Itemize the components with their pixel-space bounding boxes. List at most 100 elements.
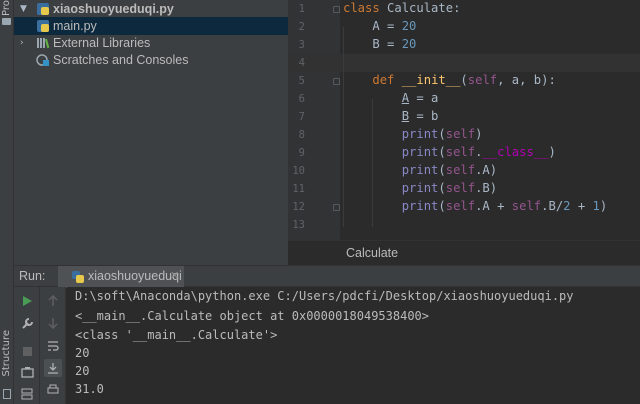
scroll-to-end-button[interactable] — [44, 359, 62, 377]
tree-item-label: xiaoshuoyueduqi.py — [53, 2, 174, 16]
paren-token: ) — [599, 199, 608, 213]
attribute-token: A — [401, 91, 410, 105]
console-line: 20 — [75, 346, 90, 360]
colon-token: : — [453, 1, 461, 15]
settings-button[interactable] — [18, 314, 36, 332]
project-tool-button[interactable]: Pro — [1, 0, 13, 16]
self-token: self — [511, 199, 542, 213]
close-icon[interactable]: ✕ — [170, 269, 179, 282]
breadcrumb-bar: Calculate — [288, 240, 640, 265]
folder-icon[interactable] — [2, 18, 11, 25]
builtin-token: print — [401, 163, 439, 177]
scroll-up-button[interactable] — [44, 292, 62, 310]
line-number: 3 — [298, 39, 305, 51]
number-token: 20 — [401, 37, 417, 51]
builtin-token: print — [401, 145, 439, 159]
operator-token: + — [570, 199, 593, 213]
console-line: <class '__main__.Calculate'> — [75, 328, 278, 342]
tree-item-external-libraries[interactable]: › External Libraries — [14, 34, 288, 52]
line-number: 9 — [298, 147, 305, 159]
expression-token: .B/ — [541, 199, 564, 213]
arrow-up-icon — [48, 295, 58, 306]
paren-token: ( — [460, 73, 468, 87]
structure-tool-button[interactable]: Structure — [1, 330, 13, 377]
paren-token: ( — [438, 181, 446, 195]
code-line: print(self) — [343, 127, 483, 141]
code-line: print(self.A) — [343, 163, 497, 177]
tree-item-scratches[interactable]: Scratches and Consoles — [14, 51, 288, 69]
left-tool-strip: Pro Structure — [0, 0, 14, 404]
class-name-token: Calculate — [387, 1, 454, 15]
number-token: 1 — [592, 199, 600, 213]
run-label: Run: — [19, 269, 46, 283]
number-token: 20 — [401, 19, 417, 33]
arrow-down-icon — [48, 318, 58, 329]
bookmarks-icon[interactable] — [3, 389, 11, 399]
python-file-icon — [37, 3, 49, 15]
print-button[interactable] — [44, 381, 62, 399]
run-toolbar-primary — [14, 287, 40, 404]
code-line: print(self.__class__) — [343, 145, 556, 159]
keyword-token: class — [343, 1, 380, 15]
console-line: 31.0 — [75, 382, 104, 396]
line-number: 10 — [292, 165, 305, 177]
tree-item-label: main.py — [53, 19, 97, 33]
fold-marker-icon[interactable] — [333, 6, 340, 13]
breadcrumb[interactable]: Calculate — [346, 246, 398, 260]
chevron-down-icon[interactable]: ▼ — [20, 4, 28, 14]
tree-item-main-py[interactable]: main.py — [14, 17, 288, 35]
attribute-token: .A — [475, 163, 490, 177]
line-number: 7 — [298, 111, 305, 123]
console-line: D:\soft\Anaconda\python.exe C:/Users/pdc… — [75, 289, 574, 303]
camera-icon — [20, 367, 34, 378]
expression-token: .A + — [475, 199, 512, 213]
paren-token: ( — [438, 145, 446, 159]
builtin-token: print — [401, 181, 439, 195]
fold-marker-icon[interactable] — [333, 78, 340, 85]
console-line: <__main__.Calculate object at 0x00000180… — [75, 309, 430, 323]
fold-marker-icon[interactable] — [333, 204, 340, 211]
python-file-icon — [37, 20, 49, 32]
print-icon — [47, 384, 59, 394]
run-tab-label: xiaoshuoyueduqi — [88, 269, 182, 283]
dunder-token: __class__ — [482, 145, 549, 159]
console-line: 20 — [75, 364, 90, 378]
chevron-right-icon[interactable]: › — [20, 38, 28, 48]
builtin-token: print — [401, 199, 439, 213]
paren-token: ) — [548, 145, 556, 159]
code-line: class Calculate: — [343, 1, 460, 15]
assignment-token: A = — [372, 19, 402, 33]
stop-button[interactable] — [18, 342, 36, 360]
layout-icon — [21, 388, 33, 400]
restore-layout-button[interactable] — [18, 385, 36, 403]
code-line: def __init__(self, a, b): — [343, 73, 555, 87]
line-number: 5 — [298, 75, 305, 87]
assignment-token: = a — [409, 91, 439, 105]
console-output[interactable]: D:\soft\Anaconda\python.exe C:/Users/pdc… — [67, 287, 640, 404]
current-line-highlight — [288, 54, 640, 72]
play-icon — [23, 296, 32, 306]
rerun-button[interactable] — [18, 292, 36, 310]
builtin-token: print — [401, 127, 439, 141]
code-line: B = b — [343, 109, 439, 123]
camera-button[interactable] — [18, 363, 36, 381]
keyword-token: def — [372, 73, 395, 87]
code-line: print(self.A + self.B/2 + 1) — [343, 199, 608, 213]
paren-token: ( — [438, 127, 446, 141]
tree-item-xiaoshuoyueduqi[interactable]: ▼ xiaoshuoyueduqi.py — [14, 0, 288, 18]
wrench-icon — [21, 317, 33, 329]
run-tab[interactable]: xiaoshuoyueduqi ✕ — [58, 266, 184, 288]
paren-token: ) — [489, 163, 498, 177]
self-token: self — [467, 73, 498, 87]
soft-wrap-button[interactable] — [44, 337, 62, 355]
line-number: 12 — [292, 201, 305, 213]
paren-token: ( — [438, 199, 446, 213]
attribute-token: .B — [475, 181, 490, 195]
self-token: self — [445, 181, 476, 195]
python-icon — [72, 271, 84, 283]
line-number: 13 — [292, 219, 305, 231]
code-line: print(self.B) — [343, 181, 497, 195]
tree-item-label: External Libraries — [53, 36, 151, 50]
code-line: A = 20 — [343, 19, 416, 33]
scroll-down-button[interactable] — [44, 314, 62, 332]
